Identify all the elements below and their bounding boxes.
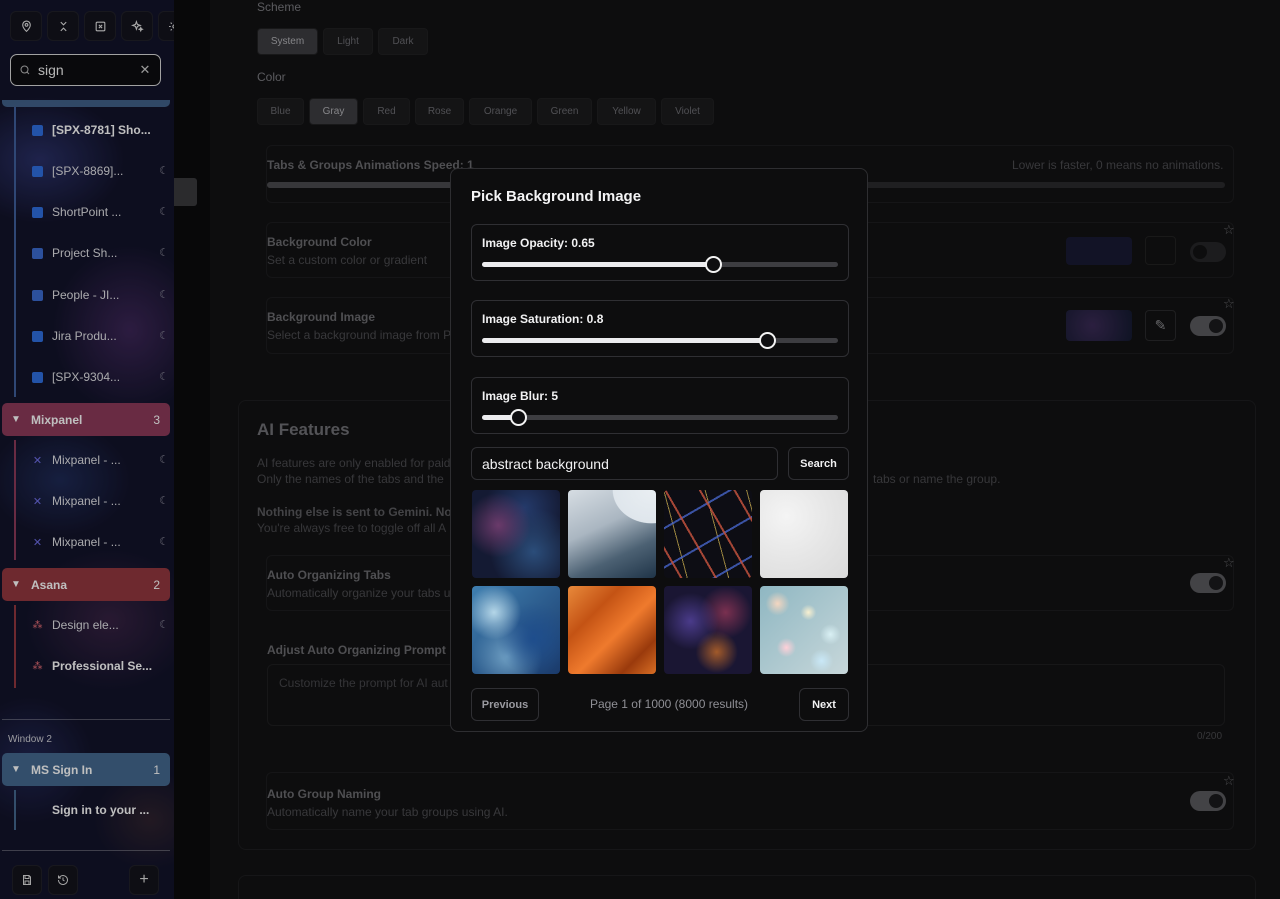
image-search-input[interactable] [471,447,778,480]
saturation-slider-thumb[interactable] [758,332,776,349]
opacity-slider[interactable] [482,256,838,273]
blur-slider-thumb[interactable] [509,409,527,426]
image-search-button[interactable]: Search [788,447,849,480]
background-image-option[interactable] [472,490,560,578]
opacity-slider-box: Image Opacity: 0.65 [471,224,849,281]
background-image-option[interactable] [472,586,560,674]
background-image-option[interactable] [664,586,752,674]
opacity-slider-fill [482,262,714,267]
previous-page-button[interactable]: Previous [471,688,539,721]
opacity-slider-thumb[interactable] [705,256,723,273]
dialog-title: Pick Background Image [471,188,642,205]
saturation-slider[interactable] [482,332,838,349]
saturation-label: Image Saturation: 0.8 [482,312,604,326]
saturation-slider-fill [482,338,767,343]
background-image-option[interactable] [760,490,848,578]
opacity-label: Image Opacity: 0.65 [482,236,595,250]
blur-label: Image Blur: 5 [482,389,559,403]
pagination-info: Page 1 of 1000 (8000 results) [589,697,749,711]
pick-background-image-dialog: Pick Background Image Image Opacity: 0.6… [450,168,868,732]
saturation-slider-box: Image Saturation: 0.8 [471,300,849,357]
blur-slider[interactable] [482,409,838,426]
next-page-button[interactable]: Next [799,688,849,721]
background-image-option[interactable] [664,490,752,578]
background-image-option[interactable] [568,586,656,674]
background-image-option[interactable] [760,586,848,674]
blur-slider-box: Image Blur: 5 [471,377,849,434]
background-image-option[interactable] [568,490,656,578]
